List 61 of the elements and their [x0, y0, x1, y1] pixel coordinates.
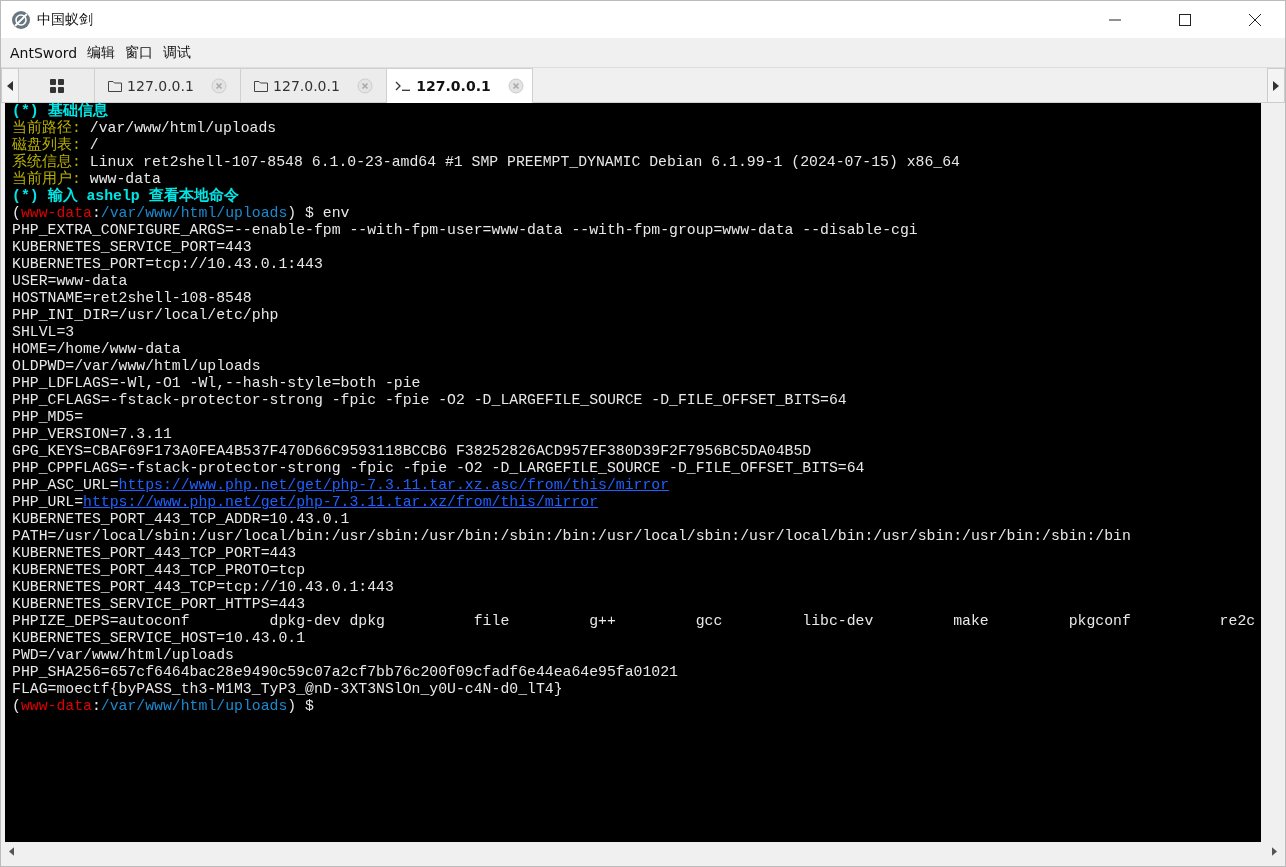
terminal-icon — [395, 80, 412, 91]
scroll-right-icon[interactable] — [1272, 846, 1277, 856]
output-line: PHP_EXTRA_CONFIGURE_ARGS=--enable-fpm --with-fpm-user=www-data --with-fpm-group=www-data --disable-cgi — [12, 222, 919, 239]
info-line: 当前用户: www-data — [12, 171, 162, 187]
folder-icon — [254, 79, 269, 92]
output-line: PATH=/usr/local/sbin:/usr/local/bin:/usr/sbin:/usr/bin:/sbin:/bin:/usr/local/sbin:/usr/local/bin:/usr/sbin:/usr/bin:/sbin:/bin — [12, 528, 1132, 545]
output-line: PHP_CPPFLAGS=-fstack-protector-strong -fpic -fpie -O2 -D_LARGEFILE_SOURCE -D_FILE_OFFSET_BITS=64 — [12, 460, 866, 477]
output-line: KUBERNETES_SERVICE_HOST=10.43.0.1 — [12, 630, 307, 647]
section-heading: (*) 基础信息 — [12, 103, 109, 120]
output-line: HOSTNAME=ret2shell-108-8548 — [12, 290, 253, 307]
tab[interactable]: 127.0.0.1 — [95, 68, 241, 103]
output-line: KUBERNETES_PORT_443_TCP_PORT=443 — [12, 545, 298, 562]
output-line: PHPIZE_DEPS=autoconf dpkg-dev dpkg file g++ gcc libc-dev make pkgconf re2c — [12, 613, 1257, 630]
tab[interactable] — [19, 68, 95, 103]
url-link[interactable]: https://www.php.net/get/php-7.3.11.tar.xz/from/this/mirror — [83, 494, 599, 510]
output-line: USER=www-data — [12, 273, 129, 290]
info-line: 磁盘列表: / — [12, 137, 100, 153]
env-variable-name: PHP_URL= — [12, 494, 84, 510]
output-line: KUBERNETES_SERVICE_PORT=443 — [12, 239, 253, 256]
grid-icon — [49, 78, 64, 93]
output-line: KUBERNETES_SERVICE_PORT_HTTPS=443 — [12, 596, 307, 613]
info-line: 当前路径: /var/www/html/uploads — [12, 120, 278, 136]
output-line: GPG_KEYS=CBAF69F173A0FEA4B537F470D66C9593118BCCB6 F38252826ACD957EF380D39F2F7956BC5DA04B5D — [12, 443, 813, 460]
output-line: PHP_MD5= — [12, 409, 85, 426]
url-link[interactable]: https://www.php.net/get/php-7.3.11.tar.xz.asc/from/this/mirror — [118, 477, 670, 493]
scroll-right-button[interactable] — [1267, 68, 1285, 103]
menu-item[interactable]: 调试 — [158, 43, 197, 62]
output-line: PHP_CFLAGS=-fstack-protector-strong -fpic -fpie -O2 -D_LARGEFILE_SOURCE -D_FILE_OFFSET_BITS=64 — [12, 392, 848, 409]
folder-icon — [108, 79, 123, 92]
tab[interactable]: 127.0.0.1 — [241, 68, 387, 103]
output-line: SHLVL=3 — [12, 324, 76, 341]
menu-item[interactable]: 编辑 — [82, 43, 121, 62]
tab[interactable]: 127.0.0.1 — [387, 68, 533, 103]
scroll-left-button[interactable] — [1, 68, 19, 103]
info-line: 系统信息: Linux ret2shell-107-8548 6.1.0-23-amd64 #1 SMP PREEMPT_DYNAMIC Debian 6.1.99-1 (2024-07-15) x86_64 — [12, 154, 961, 170]
output-line: KUBERNETES_PORT_443_TCP_PROTO=tcp — [12, 562, 307, 579]
output-line: PWD=/var/www/html/uploads — [12, 647, 235, 664]
window-title: 中国蚁剑 — [37, 10, 93, 29]
app-logo-icon — [11, 9, 31, 30]
output-line: PHP_SHA256=657cf6464bac28e9490c59c07a2cf7bb76c200f09cfadf6e44ea64e95fa01021 — [12, 664, 679, 681]
tab-label: 127.0.0.1 — [273, 77, 340, 94]
env-variable-name: PHP_ASC_URL= — [12, 477, 119, 493]
caret-left-icon — [7, 80, 13, 91]
output-line: KUBERNETES_PORT_443_TCP=tcp://10.43.0.1:443 — [12, 579, 395, 596]
output-line: KUBERNETES_PORT_443_TCP_ADDR=10.43.0.1 — [12, 511, 351, 528]
output-line: PHP_INI_DIR=/usr/local/etc/php — [12, 307, 280, 324]
prompt-line: (www-data:/var/www/html/uploads) $ env — [12, 205, 351, 222]
menu-item[interactable]: AntSword — [5, 44, 83, 61]
output-line: OLDPWD=/var/www/html/uploads — [12, 358, 262, 375]
section-heading: (*) 输入 ashelp 查看本地命令 — [12, 188, 240, 205]
output-line: PHP_LDFLAGS=-Wl,-O1 -Wl,--hash-style=both -pie — [12, 375, 422, 392]
output-line: HOME=/home/www-data — [12, 341, 182, 358]
prompt-line: (www-data:/var/www/html/uploads) $ — [12, 698, 315, 715]
output-line: PHP_VERSION=7.3.11 — [12, 426, 173, 443]
tab-label: 127.0.0.1 — [127, 77, 194, 94]
scroll-left-icon[interactable] — [9, 846, 14, 856]
menu-item[interactable]: 窗口 — [120, 43, 159, 62]
output-line: KUBERNETES_PORT=tcp://10.43.0.1:443 — [12, 256, 324, 273]
tab-label: 127.0.0.1 — [416, 77, 491, 94]
output-line: FLAG=moectf{byPASS_th3-M1M3_TyP3_@nD-3XT3NSlOn_y0U-c4N-d0_lT4} — [12, 681, 564, 698]
caret-right-icon — [1273, 80, 1279, 91]
